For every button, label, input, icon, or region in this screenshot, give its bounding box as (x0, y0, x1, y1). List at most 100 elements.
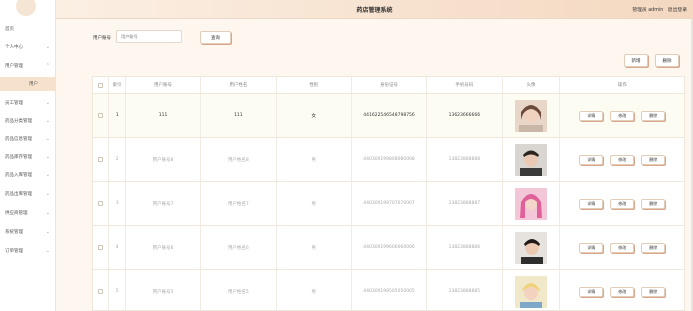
sidebar-item-user-mgmt[interactable]: 用户管理 ⌃ (0, 59, 56, 73)
page-title: 药店管理系统 (356, 7, 393, 14)
user-label: 管理员 admin (632, 8, 664, 13)
delete-button[interactable]: 删除 (641, 198, 666, 209)
sidebar: 首页 个人中心 ⌄ 用户管理 ⌃ 用户 员工管理 ⌄ 药品分类管理 ⌄ 药品信息管理 ⌄ … (0, 0, 56, 311)
sidebar-item-drug-stock[interactable]: 药品库存管理 ⌄ (0, 150, 56, 164)
row-index: 2 (109, 138, 126, 181)
chevron-down-icon: ⌄ (45, 248, 50, 254)
row-gender: 男 (277, 182, 352, 225)
sidebar-item-drug-outbound[interactable]: 药品出库管理 ⌄ (0, 187, 56, 201)
sidebar-item-label: 药品库存管理 (5, 155, 32, 160)
detail-button[interactable]: 详情 (579, 110, 604, 121)
detail-button[interactable]: 详情 (579, 154, 604, 165)
avatar (514, 187, 547, 220)
sidebar-item-label: 药品分类管理 (5, 119, 32, 124)
delete-button[interactable]: 删除 (641, 286, 666, 297)
chevron-down-icon: ⌄ (45, 118, 50, 124)
sidebar-item-home[interactable]: 首页 (0, 22, 56, 36)
row-gender: 女 (277, 94, 352, 137)
logout-link[interactable]: 退出登录 (668, 8, 687, 13)
row-phone: 13823888888 (427, 138, 503, 181)
avatar (514, 231, 547, 264)
row-index: 4 (109, 226, 126, 269)
col-actions: 操作 (617, 83, 627, 88)
row-name: 用户姓名8 (201, 138, 277, 181)
row-index: 1 (109, 94, 126, 137)
row-account: 用户账号5 (126, 270, 202, 311)
search-label: 用户账号 (93, 36, 111, 41)
sidebar-item-label: 订单管理 (5, 249, 23, 254)
sidebar-item-label: 系统管理 (5, 230, 23, 235)
row-checkbox[interactable] (98, 157, 104, 162)
row-phone: 13823888886 (427, 226, 503, 269)
sidebar-item-system[interactable]: 系统管理 ⌄ (0, 225, 56, 239)
sidebar-item-drug-category[interactable]: 药品分类管理 ⌄ (0, 114, 56, 128)
add-button[interactable]: 新增 (624, 54, 648, 67)
search-button[interactable]: 查询 (200, 31, 231, 44)
row-name: 用户姓名6 (201, 226, 277, 269)
row-checkbox[interactable] (98, 113, 104, 118)
sidebar-item-label: 药品出库管理 (5, 192, 32, 197)
delete-button[interactable]: 删除 (641, 110, 666, 121)
row-index: 3 (109, 182, 126, 225)
detail-button[interactable]: 详情 (579, 198, 604, 209)
user-info: 管理员 admin 退出登录 (629, 6, 687, 13)
chevron-down-icon: ⌄ (45, 172, 50, 178)
row-checkbox[interactable] (98, 201, 104, 206)
row-gender: 男 (277, 226, 352, 269)
detail-button[interactable]: 详情 (579, 286, 604, 297)
search-input[interactable] (116, 30, 182, 43)
delete-button[interactable]: 删除 (641, 242, 666, 253)
select-all-checkbox[interactable] (98, 82, 104, 88)
edit-button[interactable]: 修改 (610, 154, 635, 165)
chevron-down-icon: ⌄ (45, 136, 50, 142)
chevron-down-icon: ⌄ (45, 191, 50, 197)
row-phone: 13623666666 (427, 94, 503, 137)
detail-button[interactable]: 详情 (579, 242, 604, 253)
table-row: 1 111 111 女 441622546548798756 136236666… (93, 94, 684, 138)
sidebar-item-label: 个人中心 (5, 45, 23, 50)
row-name: 用户姓名7 (201, 182, 277, 225)
user-table: 索引 用户账号 用户姓名 性别 身份证号 手机号码 头像 操作 1 111 11… (92, 76, 685, 311)
sidebar-item-staff[interactable]: 员工管理 ⌄ (0, 96, 56, 110)
col-phone: 手机号码 (427, 77, 503, 93)
row-account: 用户账号8 (126, 138, 202, 181)
row-account: 用户账号6 (126, 226, 202, 269)
row-id-card: 440300199505050005 (352, 270, 428, 311)
chevron-down-icon: ⌄ (45, 44, 50, 50)
row-phone: 13823888887 (427, 182, 503, 225)
sidebar-item-orders[interactable]: 订单管理 ⌄ (0, 244, 56, 258)
table-row: 3 用户账号7 用户姓名7 男 440300199707070007 13823… (93, 182, 684, 226)
edit-button[interactable]: 修改 (610, 198, 635, 209)
col-index: 索引 (109, 77, 126, 93)
table-row: 2 用户账号8 用户姓名8 男 440300199808080008 13823… (93, 138, 684, 182)
sidebar-item-label: 药品入库管理 (5, 173, 32, 178)
avatar (514, 275, 547, 308)
sidebar-item-users[interactable]: 用户 (0, 77, 56, 91)
delete-button[interactable]: 删除 (641, 154, 666, 165)
row-phone: 13823888885 (427, 270, 503, 311)
avatar (514, 99, 547, 132)
row-id-card: 440300199808080008 (352, 138, 428, 181)
sidebar-item-drug-inbound[interactable]: 药品入库管理 ⌄ (0, 168, 56, 182)
row-account: 用户账号7 (126, 182, 202, 225)
table-row: 4 用户账号6 用户姓名6 男 440300199606060006 13823… (93, 226, 684, 270)
sidebar-item-profile[interactable]: 个人中心 ⌄ (0, 40, 56, 54)
avatar (514, 143, 547, 176)
row-name: 111 (201, 94, 277, 137)
edit-button[interactable]: 修改 (610, 110, 635, 121)
bulk-delete-button[interactable]: 删除 (655, 54, 679, 67)
chevron-down-icon: ⌄ (45, 210, 50, 216)
sidebar-item-drug-info[interactable]: 药品信息管理 ⌄ (0, 132, 56, 146)
sidebar-item-label: 用户 (29, 82, 38, 87)
row-id-card: 440300199707070007 (352, 182, 428, 225)
col-id-card: 身份证号 (352, 77, 428, 93)
edit-button[interactable]: 修改 (610, 242, 635, 253)
col-avatar: 头像 (503, 77, 561, 93)
chevron-down-icon: ⌄ (45, 154, 50, 160)
row-checkbox[interactable] (98, 245, 104, 250)
row-gender: 男 (277, 270, 352, 311)
edit-button[interactable]: 修改 (610, 286, 635, 297)
sidebar-item-supplier[interactable]: 供应商管理 ⌄ (0, 206, 56, 220)
row-checkbox[interactable] (98, 289, 104, 294)
row-index: 5 (109, 270, 126, 311)
